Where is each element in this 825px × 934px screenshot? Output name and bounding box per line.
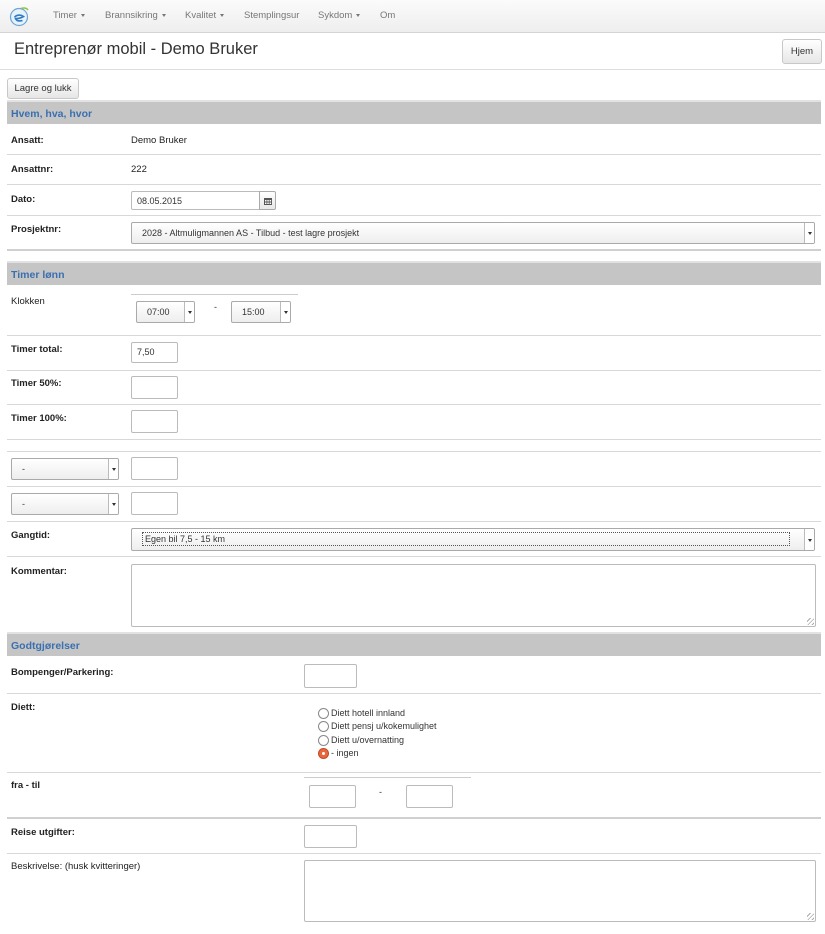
bompenger-label: Bompenger/Parkering: bbox=[11, 667, 114, 678]
row-divider bbox=[7, 215, 821, 216]
diett-option-label: Diett pensj u/kokemulighet bbox=[331, 721, 437, 731]
nav-brannsikring-menu[interactable]: Brannsikring bbox=[105, 0, 166, 32]
row-divider bbox=[7, 521, 821, 522]
row-divider bbox=[7, 249, 821, 251]
prosjekt-label: Prosjektnr: bbox=[11, 224, 62, 235]
app-logo-icon[interactable] bbox=[8, 5, 30, 27]
klokken-to-value: 15:00 bbox=[242, 307, 265, 317]
timer-total-label: Timer total: bbox=[11, 344, 63, 355]
gangtid-select[interactable]: Egen bil 7,5 - 15 km bbox=[131, 528, 815, 551]
extra-type-value-2: - bbox=[22, 499, 25, 509]
prosjekt-select[interactable]: 2028 - Altmuligmannen AS - Tilbud - test… bbox=[131, 222, 815, 244]
timer-50-label: Timer 50%: bbox=[11, 378, 62, 389]
row-divider bbox=[7, 772, 821, 773]
extra-type-select-2[interactable]: - bbox=[11, 493, 119, 515]
diett-option-label: Diett u/overnatting bbox=[331, 735, 405, 745]
chevron-down-icon bbox=[108, 459, 118, 479]
chevron-down-icon bbox=[220, 13, 225, 17]
ansattnr-value: 222 bbox=[131, 164, 147, 175]
row-divider bbox=[7, 486, 821, 487]
nav-timer-menu[interactable]: Timer bbox=[53, 0, 85, 32]
dato-input[interactable]: 08.05.2015 bbox=[131, 191, 261, 210]
ansatt-value: Demo Bruker bbox=[131, 135, 187, 146]
dato-label: Dato: bbox=[11, 194, 36, 205]
row-divider bbox=[7, 184, 821, 185]
row-divider bbox=[7, 404, 821, 405]
klokken-divider bbox=[131, 294, 298, 295]
extra-type-value-1: - bbox=[22, 464, 25, 474]
chevron-down-icon bbox=[184, 302, 194, 322]
timer-100-label: Timer 100%: bbox=[11, 413, 67, 424]
chevron-down-icon bbox=[804, 529, 814, 550]
row-divider bbox=[7, 693, 821, 694]
reise-input[interactable] bbox=[304, 825, 357, 848]
row-divider bbox=[7, 154, 821, 155]
chevron-down-icon bbox=[356, 13, 361, 17]
fra-input[interactable] bbox=[309, 785, 356, 808]
row-divider bbox=[7, 335, 821, 336]
ansattnr-label: Ansattnr: bbox=[11, 164, 54, 175]
chevron-down-icon bbox=[161, 13, 166, 17]
extra-hours-input-2[interactable] bbox=[131, 492, 178, 515]
nav-sykdom-menu[interactable]: Sykdom bbox=[318, 0, 361, 32]
radio-unchecked-icon[interactable] bbox=[318, 708, 329, 719]
beskrivelse-label: Beskrivelse: (husk kvitteringer) bbox=[11, 861, 141, 872]
row-divider bbox=[7, 853, 821, 854]
header-divider bbox=[0, 69, 825, 70]
section-header-allowances: Godtgjørelser bbox=[7, 632, 821, 656]
klokken-label: Klokken bbox=[11, 296, 45, 307]
chevron-down-icon bbox=[80, 13, 85, 17]
klokken-to-select[interactable]: 15:00 bbox=[231, 301, 291, 323]
fra-til-divider bbox=[304, 777, 471, 778]
chevron-down-icon bbox=[804, 223, 814, 243]
row-divider bbox=[7, 451, 821, 452]
fra-til-separator: - bbox=[379, 787, 382, 797]
prosjekt-selected-value: 2028 - Altmuligmannen AS - Tilbud - test… bbox=[142, 228, 360, 238]
radio-checked-icon[interactable] bbox=[318, 748, 329, 759]
section-header-who: Hvem, hva, hvor bbox=[7, 100, 821, 124]
nav-kvalitet-menu[interactable]: Kvalitet bbox=[185, 0, 225, 32]
chevron-down-icon bbox=[108, 494, 118, 514]
klokken-from-value: 07:00 bbox=[147, 307, 170, 317]
home-button[interactable]: Hjem bbox=[782, 39, 822, 64]
row-divider bbox=[7, 817, 821, 819]
top-navbar: Timer Brannsikring Kvalitet Stemplingsur… bbox=[0, 0, 825, 33]
kommentar-label: Kommentar: bbox=[11, 566, 67, 577]
fra-til-label: fra - til bbox=[11, 780, 41, 791]
gangtid-selected-value: Egen bil 7,5 - 15 km bbox=[142, 532, 790, 546]
kommentar-textarea[interactable] bbox=[131, 564, 816, 627]
nav-stemplingsur-link[interactable]: Stemplingsur bbox=[244, 0, 299, 32]
klokken-from-select[interactable]: 07:00 bbox=[136, 301, 195, 323]
til-input[interactable] bbox=[406, 785, 453, 808]
diett-option-label: - ingen bbox=[331, 748, 359, 758]
row-divider bbox=[7, 370, 821, 371]
resize-grip-icon[interactable] bbox=[807, 618, 814, 625]
diett-label: Diett: bbox=[11, 702, 36, 713]
section-header-hours: Timer lønn bbox=[7, 261, 821, 285]
nav-om-link[interactable]: Om bbox=[380, 0, 395, 32]
row-divider bbox=[7, 439, 821, 440]
resize-grip-icon[interactable] bbox=[807, 913, 814, 920]
calendar-icon bbox=[264, 198, 272, 205]
ansatt-label: Ansatt: bbox=[11, 135, 44, 146]
timer-50-input[interactable] bbox=[131, 376, 178, 399]
timer-total-input[interactable]: 7,50 bbox=[131, 342, 178, 363]
radio-unchecked-icon[interactable] bbox=[318, 721, 329, 732]
radio-unchecked-icon[interactable] bbox=[318, 735, 329, 746]
beskrivelse-textarea[interactable] bbox=[304, 860, 816, 922]
save-close-button[interactable]: Lagre og lukk bbox=[7, 78, 79, 99]
calendar-button[interactable] bbox=[259, 191, 276, 210]
bompenger-input[interactable] bbox=[304, 664, 357, 688]
extra-type-select-1[interactable]: - bbox=[11, 458, 119, 480]
extra-hours-input-1[interactable] bbox=[131, 457, 178, 480]
diett-option-label: Diett hotell innland bbox=[331, 708, 406, 718]
gangtid-label: Gangtid: bbox=[11, 530, 51, 541]
timer-100-input[interactable] bbox=[131, 410, 178, 433]
page-title: Entreprenør mobil - Demo Bruker bbox=[14, 40, 258, 58]
klokken-separator: - bbox=[214, 302, 217, 312]
reise-label: Reise utgifter: bbox=[11, 827, 75, 838]
row-divider bbox=[7, 556, 821, 557]
chevron-down-icon bbox=[280, 302, 290, 322]
